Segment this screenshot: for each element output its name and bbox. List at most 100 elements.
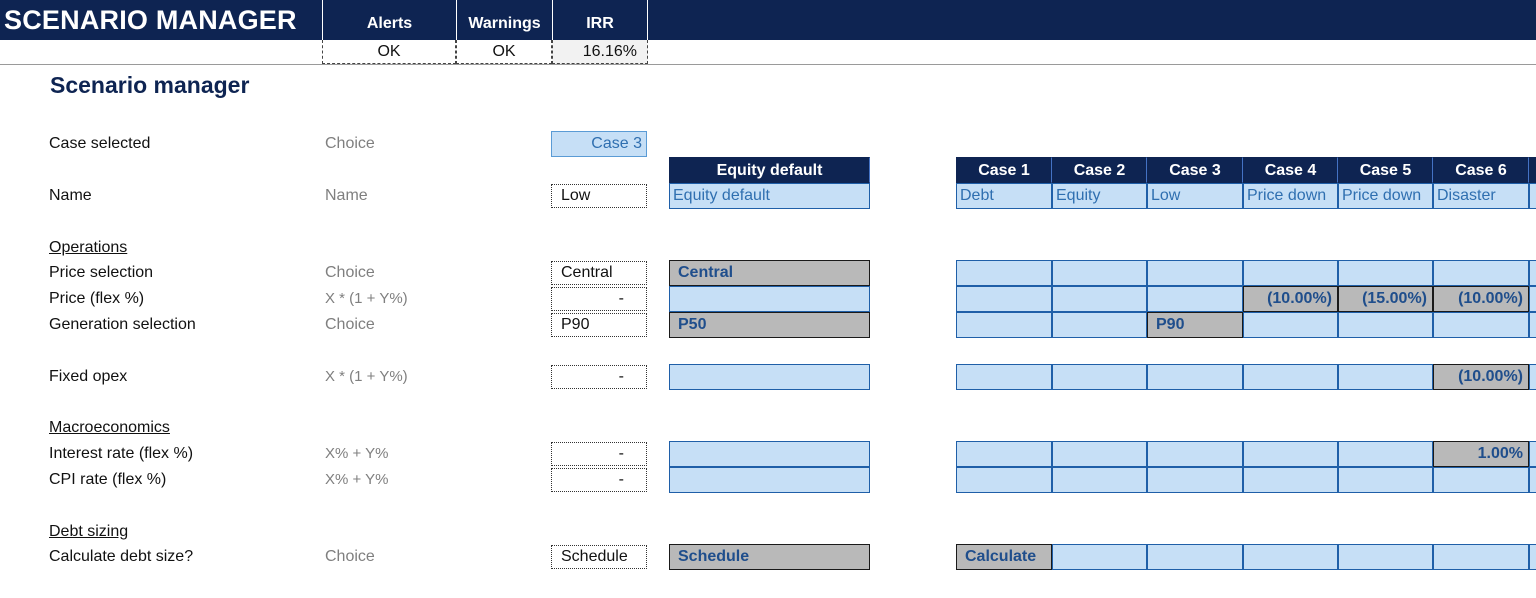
fixed-opex-case-5[interactable] bbox=[1338, 364, 1433, 390]
calc-debt-case-6[interactable] bbox=[1433, 544, 1529, 570]
price-selection-next[interactable] bbox=[1529, 260, 1536, 286]
price-selection-case-2[interactable] bbox=[1052, 260, 1147, 286]
cpi-rate-input[interactable]: - bbox=[551, 468, 647, 492]
interest-rate-case-2[interactable] bbox=[1052, 441, 1147, 467]
case-3-name[interactable]: Low bbox=[1147, 183, 1243, 209]
interest-rate-next[interactable] bbox=[1529, 441, 1536, 467]
price-selection-case-3[interactable] bbox=[1147, 260, 1243, 286]
interest-rate-case-4[interactable] bbox=[1243, 441, 1338, 467]
case-2-header: Case 2 bbox=[1052, 157, 1147, 183]
generation-selection-input[interactable]: P90 bbox=[551, 313, 647, 337]
calc-debt-case-3[interactable] bbox=[1147, 544, 1243, 570]
cpi-rate-case-1[interactable] bbox=[956, 467, 1052, 493]
generation-selection-type: Choice bbox=[325, 316, 375, 333]
cpi-rate-case-2[interactable] bbox=[1052, 467, 1147, 493]
price-flex-case-3[interactable] bbox=[1147, 286, 1243, 312]
fixed-opex-case-4[interactable] bbox=[1243, 364, 1338, 390]
price-selection-default[interactable]: Central bbox=[669, 260, 870, 286]
calc-debt-case-5[interactable] bbox=[1338, 544, 1433, 570]
cpi-rate-case-5[interactable] bbox=[1338, 467, 1433, 493]
price-selection-input[interactable]: Central bbox=[551, 261, 647, 285]
price-flex-case-6[interactable]: (10.00%) bbox=[1433, 286, 1529, 312]
case-1-name[interactable]: Debt bbox=[956, 183, 1052, 209]
header-divider bbox=[0, 64, 1536, 65]
calc-debt-case-1[interactable]: Calculate bbox=[956, 544, 1052, 570]
calc-debt-default[interactable]: Schedule bbox=[669, 544, 870, 570]
fixed-opex-case-2[interactable] bbox=[1052, 364, 1147, 390]
price-flex-input[interactable]: - bbox=[551, 287, 647, 311]
interest-rate-default[interactable] bbox=[669, 441, 870, 467]
generation-selection-case-5[interactable] bbox=[1338, 312, 1433, 338]
price-flex-next[interactable] bbox=[1529, 286, 1536, 312]
price-flex-case-5[interactable]: (15.00%) bbox=[1338, 286, 1433, 312]
cpi-rate-type: X% + Y% bbox=[325, 471, 389, 488]
generation-selection-case-1[interactable] bbox=[956, 312, 1052, 338]
fixed-opex-case-1[interactable] bbox=[956, 364, 1052, 390]
generation-selection-label: Generation selection bbox=[49, 316, 196, 333]
case-4-header: Case 4 bbox=[1243, 157, 1338, 183]
equity-default-name[interactable]: Equity default bbox=[669, 183, 870, 209]
fixed-opex-case-6[interactable]: (10.00%) bbox=[1433, 364, 1529, 390]
generation-selection-default[interactable]: P50 bbox=[669, 312, 870, 338]
case-6-name[interactable]: Disaster bbox=[1433, 183, 1529, 209]
interest-rate-label: Interest rate (flex %) bbox=[49, 445, 194, 462]
case-6-header: Case 6 bbox=[1433, 157, 1529, 183]
price-flex-case-1[interactable] bbox=[956, 286, 1052, 312]
app-title: SCENARIO MANAGER bbox=[4, 5, 297, 35]
section-operations: Operations bbox=[49, 239, 128, 256]
price-selection-label: Price selection bbox=[49, 264, 154, 281]
price-flex-case-2[interactable] bbox=[1052, 286, 1147, 312]
generation-selection-case-6[interactable] bbox=[1433, 312, 1529, 338]
case-3-header: Case 3 bbox=[1147, 157, 1243, 183]
equity-default-header: Equity default bbox=[669, 157, 870, 183]
generation-selection-next[interactable] bbox=[1529, 312, 1536, 338]
generation-selection-case-3[interactable]: P90 bbox=[1147, 312, 1243, 338]
fixed-opex-label: Fixed opex bbox=[49, 368, 128, 385]
cpi-rate-case-6[interactable] bbox=[1433, 467, 1529, 493]
case-2-name[interactable]: Equity bbox=[1052, 183, 1147, 209]
calc-debt-type: Choice bbox=[325, 548, 375, 565]
price-selection-case-1[interactable] bbox=[956, 260, 1052, 286]
case-1-header: Case 1 bbox=[956, 157, 1052, 183]
interest-rate-case-6[interactable]: 1.00% bbox=[1433, 441, 1529, 467]
case-selector[interactable]: Case 3 bbox=[551, 131, 647, 157]
generation-selection-case-2[interactable] bbox=[1052, 312, 1147, 338]
interest-rate-case-5[interactable] bbox=[1338, 441, 1433, 467]
fixed-opex-default[interactable] bbox=[669, 364, 870, 390]
next-case-header bbox=[1529, 157, 1536, 183]
fixed-opex-next[interactable] bbox=[1529, 364, 1536, 390]
cpi-rate-next[interactable] bbox=[1529, 467, 1536, 493]
cpi-rate-case-4[interactable] bbox=[1243, 467, 1338, 493]
section-debt-sizing: Debt sizing bbox=[49, 523, 129, 540]
case-5-name[interactable]: Price down bbox=[1338, 183, 1433, 209]
irr-value: 16.16% bbox=[552, 40, 648, 64]
price-selection-type: Choice bbox=[325, 264, 375, 281]
price-flex-default[interactable] bbox=[669, 286, 870, 312]
fixed-opex-input[interactable]: - bbox=[551, 365, 647, 389]
interest-rate-case-3[interactable] bbox=[1147, 441, 1243, 467]
calc-debt-input[interactable]: Schedule bbox=[551, 545, 647, 569]
cpi-rate-label: CPI rate (flex %) bbox=[49, 471, 167, 488]
interest-rate-type: X% + Y% bbox=[325, 445, 389, 462]
case-4-name[interactable]: Price down bbox=[1243, 183, 1338, 209]
name-type: Name bbox=[325, 187, 368, 204]
alerts-value: OK bbox=[322, 40, 456, 64]
case-selected-label: Case selected bbox=[49, 135, 151, 152]
cpi-rate-case-3[interactable] bbox=[1147, 467, 1243, 493]
name-input[interactable]: Low bbox=[551, 184, 647, 208]
generation-selection-case-4[interactable] bbox=[1243, 312, 1338, 338]
calc-debt-case-4[interactable] bbox=[1243, 544, 1338, 570]
calc-debt-next[interactable] bbox=[1529, 544, 1536, 570]
price-selection-case-5[interactable] bbox=[1338, 260, 1433, 286]
interest-rate-input[interactable]: - bbox=[551, 442, 647, 466]
warnings-header: Warnings bbox=[456, 0, 552, 40]
interest-rate-case-1[interactable] bbox=[956, 441, 1052, 467]
name-label: Name bbox=[49, 187, 92, 204]
cpi-rate-default[interactable] bbox=[669, 467, 870, 493]
next-case-name[interactable] bbox=[1529, 183, 1536, 209]
price-selection-case-6[interactable] bbox=[1433, 260, 1529, 286]
calc-debt-case-2[interactable] bbox=[1052, 544, 1147, 570]
price-selection-case-4[interactable] bbox=[1243, 260, 1338, 286]
fixed-opex-case-3[interactable] bbox=[1147, 364, 1243, 390]
price-flex-case-4[interactable]: (10.00%) bbox=[1243, 286, 1338, 312]
